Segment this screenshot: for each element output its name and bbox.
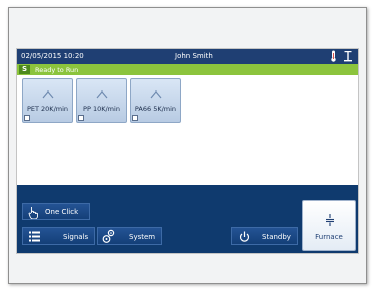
method-label: PP 10K/min [83, 105, 120, 113]
user-name: John Smith [175, 52, 213, 60]
standby-button[interactable]: Standby [231, 227, 298, 245]
standby-label: Standby [262, 233, 291, 241]
furnace-icon [323, 213, 337, 229]
one-click-button[interactable]: One Click [22, 203, 90, 220]
balance-icon[interactable] [343, 50, 352, 62]
status-bar: S Ready to Run [17, 64, 358, 75]
gears-icon [102, 229, 116, 246]
method-marker-icon [24, 115, 30, 121]
list-icon [29, 231, 40, 244]
method-marker-icon [78, 115, 84, 121]
lamp-icon [149, 85, 163, 104]
status-text: Ready to Run [35, 65, 79, 74]
method-button-pa66[interactable]: PA66 5K/min [130, 78, 181, 123]
method-label: PA66 5K/min [134, 105, 177, 113]
method-label: PET 20K/min [26, 105, 69, 113]
system-button[interactable]: System [97, 227, 162, 245]
method-button-pet[interactable]: PET 20K/min [22, 78, 73, 123]
furnace-label: Furnace [315, 233, 343, 241]
lamp-icon [95, 85, 109, 104]
furnace-button[interactable]: Furnace [302, 200, 356, 251]
lamp-icon [41, 85, 55, 104]
method-list: PET 20K/min PP 10K/min PA66 5K/min [22, 78, 181, 123]
datetime: 02/05/2015 10:20 [21, 52, 84, 60]
system-label: System [129, 233, 156, 241]
one-click-label: One Click [45, 208, 79, 216]
signals-label: Signals [63, 233, 89, 241]
signals-button[interactable]: Signals [22, 227, 95, 245]
power-icon [239, 231, 250, 245]
status-badge: S [19, 65, 30, 74]
instrument-screen: 02/05/2015 10:20 John Smith S Ready to R… [16, 48, 359, 254]
method-area: PET 20K/min PP 10K/min PA66 5K/min [17, 75, 358, 185]
thermometer-icon[interactable] [329, 50, 338, 62]
title-bar: 02/05/2015 10:20 John Smith [17, 49, 358, 64]
hand-pointer-icon [28, 206, 38, 221]
method-button-pp[interactable]: PP 10K/min [76, 78, 127, 123]
method-marker-icon [132, 115, 138, 121]
